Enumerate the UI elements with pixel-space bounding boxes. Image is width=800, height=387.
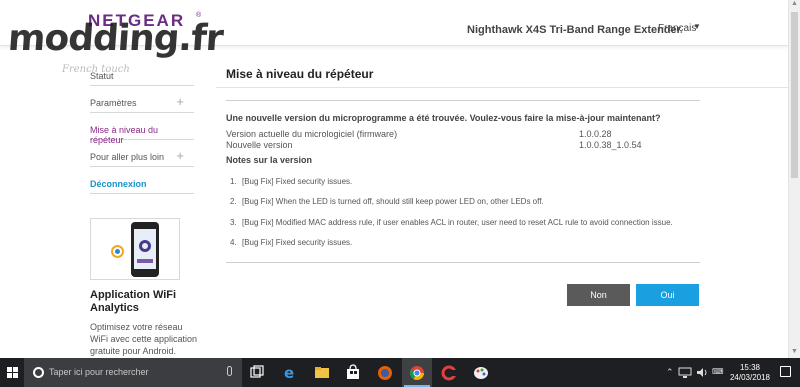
app-promo-description: Optimisez votre réseau WiFi avec cette a…: [90, 322, 198, 356]
browser-page: NETGEAR ® Nighthawk X4S Tri-Band Range E…: [0, 0, 800, 387]
wifi-analytics-app-icon: [111, 245, 124, 258]
store-icon[interactable]: [344, 363, 362, 382]
phone-icon: [131, 222, 159, 277]
sidebar-item-pour-aller-plus-loin[interactable]: Pour aller plus loin +: [90, 140, 194, 167]
ccleaner-icon[interactable]: [440, 363, 458, 382]
sidebar-item-label: Déconnexion: [90, 179, 147, 189]
app-promo-title[interactable]: Application WiFi Analytics: [90, 289, 200, 315]
caret-down-icon[interactable]: ▼: [693, 22, 701, 31]
windows-logo-icon: [7, 367, 18, 378]
update-question: Une nouvelle version du microprogramme a…: [226, 113, 661, 123]
network-icon[interactable]: [678, 366, 692, 379]
expand-plus-icon[interactable]: +: [176, 148, 184, 163]
language-select[interactable]: Français: [658, 23, 696, 34]
release-note-item: 4. [Bug Fix] Fixed security issues.: [230, 238, 353, 247]
current-version-label: Version actuelle du micrologiciel (firmw…: [226, 129, 398, 139]
expand-plus-icon[interactable]: +: [176, 94, 184, 109]
new-version-label: Nouvelle version: [226, 140, 293, 150]
taskbar-clock[interactable]: 15:38 24/03/2018: [726, 363, 774, 383]
chrome-icon: [410, 366, 424, 380]
vertical-scrollbar[interactable]: ▲ ▼: [788, 0, 800, 358]
firefox-icon[interactable]: [376, 363, 394, 382]
windows-taskbar: Taper ici pour rechercher e ⌃ ⌨ 15:38 24…: [0, 358, 800, 387]
chevron-up-icon[interactable]: ⌃: [666, 367, 674, 378]
product-name: Nighthawk X4S Tri-Band Range Extender: [467, 24, 681, 36]
sidebar-item-label: Statut: [90, 71, 114, 81]
scroll-up-icon[interactable]: ▲: [791, 0, 798, 7]
sidebar-item-deconnexion[interactable]: Déconnexion: [90, 167, 194, 194]
microphone-icon[interactable]: [227, 366, 232, 376]
page-title: Mise à niveau du répéteur: [226, 67, 374, 81]
cortana-icon: [33, 367, 44, 378]
release-note-item: 1. [Bug Fix] Fixed security issues.: [230, 177, 353, 186]
keyboard-icon[interactable]: ⌨: [712, 367, 724, 376]
sidebar-item-label: Pour aller plus loin: [90, 152, 165, 162]
app-promo-image[interactable]: [90, 218, 180, 280]
volume-icon[interactable]: [695, 366, 709, 379]
file-explorer-icon[interactable]: [313, 363, 331, 382]
new-version-value: 1.0.0.38_1.0.54: [579, 140, 642, 150]
content-divider-bottom: [226, 262, 700, 263]
release-notes-title: Notes sur la version: [226, 155, 313, 165]
sidebar-nav: Statut Paramètres + Mise à niveau du rép…: [90, 58, 194, 194]
clock-time: 15:38: [739, 363, 761, 372]
sidebar-item-label: Paramètres: [90, 98, 137, 108]
sidebar-item-parametres[interactable]: Paramètres +: [90, 86, 194, 113]
search-placeholder: Taper ici pour rechercher: [49, 367, 149, 377]
notification-center-icon[interactable]: [780, 366, 791, 377]
taskbar-search-box[interactable]: Taper ici pour rechercher: [24, 358, 242, 387]
no-button[interactable]: Non: [567, 284, 630, 306]
title-divider: [216, 87, 788, 88]
task-view-icon[interactable]: [248, 363, 266, 382]
release-note-item: 3. [Bug Fix] Modified MAC address rule, i…: [230, 218, 673, 227]
scrollbar-thumb[interactable]: [791, 12, 798, 178]
yes-button[interactable]: Oui: [636, 284, 699, 306]
edge-icon[interactable]: e: [281, 363, 299, 382]
sidebar-item-statut[interactable]: Statut: [90, 58, 194, 86]
svg-text:e: e: [284, 364, 294, 382]
start-button[interactable]: [0, 358, 24, 387]
release-note-item: 2. [Bug Fix] When the LED is turned off, …: [230, 197, 544, 206]
watermark-logo: modding.fr: [6, 18, 225, 59]
chrome-active-tab[interactable]: [402, 358, 432, 387]
sidebar-item-mise-a-niveau[interactable]: Mise à niveau du répéteur: [90, 113, 194, 145]
scroll-down-icon[interactable]: ▼: [791, 348, 798, 355]
current-version-value: 1.0.0.28: [579, 129, 612, 139]
clock-date: 24/03/2018: [729, 373, 771, 382]
paint-icon[interactable]: [472, 363, 490, 382]
content-divider-top: [226, 100, 700, 101]
